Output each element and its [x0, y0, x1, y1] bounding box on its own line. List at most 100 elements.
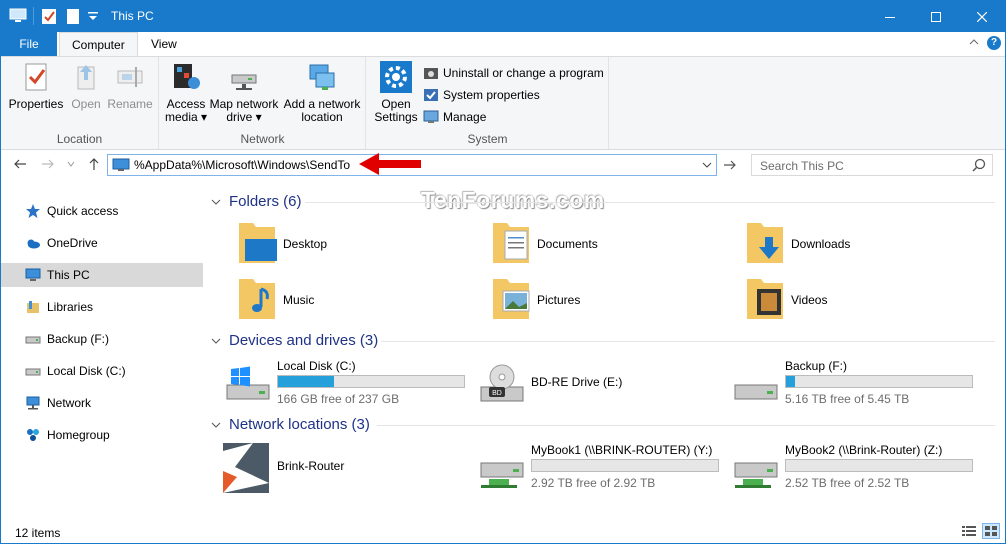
- network-locations-header-label: Network locations (3): [229, 416, 370, 433]
- add-network-location-button[interactable]: Add a network location: [282, 61, 362, 124]
- folder-documents[interactable]: Documents: [465, 219, 705, 269]
- rename-button[interactable]: Rename: [107, 61, 153, 111]
- maximize-button[interactable]: [913, 1, 959, 32]
- address-dropdown-icon[interactable]: [702, 157, 712, 173]
- network-brink-router[interactable]: Brink-Router: [205, 443, 455, 499]
- desktop-folder-icon: [239, 223, 277, 263]
- drive-free-space: 2.52 TB free of 2.52 TB: [785, 476, 910, 490]
- navigation-row: %AppData%\Microsoft\Windows\SendTo Searc…: [1, 151, 1005, 179]
- section-divider: [381, 341, 995, 342]
- item-count: 12 items: [15, 526, 61, 540]
- open-button[interactable]: Open: [67, 61, 105, 111]
- help-button[interactable]: ?: [987, 36, 1001, 50]
- network-drive-icon: [734, 462, 778, 488]
- forward-arrow-icon[interactable]: [41, 157, 55, 171]
- library-icon: [27, 301, 39, 313]
- star-icon: [26, 204, 40, 218]
- system-properties-button[interactable]: System properties: [423, 85, 540, 105]
- folders-header[interactable]: Folders (6): [211, 193, 302, 210]
- minimize-button[interactable]: [867, 1, 913, 32]
- collapse-chevron-icon: [211, 199, 221, 205]
- open-icon: [77, 65, 95, 90]
- music-folder-icon: [239, 279, 275, 319]
- manage-label: Manage: [443, 110, 487, 124]
- system-properties-label: System properties: [443, 88, 540, 102]
- add-location-label-2: location: [301, 110, 343, 124]
- minimize-icon: [885, 16, 895, 18]
- homegroup-icon: [27, 429, 39, 441]
- drive-usage-bar: [277, 375, 465, 388]
- nav-item-libraries[interactable]: Libraries: [1, 295, 203, 319]
- folder-name: Documents: [537, 237, 598, 251]
- drive-free-space: 2.92 TB free of 2.92 TB: [531, 476, 656, 490]
- close-button[interactable]: [959, 1, 1005, 32]
- collapse-ribbon-icon[interactable]: [969, 37, 979, 47]
- manage-button[interactable]: Manage: [423, 107, 486, 127]
- search-placeholder: Search This PC: [760, 159, 844, 173]
- tab-file[interactable]: File: [1, 32, 57, 56]
- access-media-label-2: media ▾: [164, 110, 208, 124]
- properties-button[interactable]: Properties: [7, 61, 65, 111]
- nav-item-onedrive[interactable]: OneDrive: [1, 231, 203, 255]
- back-arrow-icon[interactable]: [13, 157, 27, 171]
- open-settings-button[interactable]: Open Settings: [373, 61, 419, 124]
- properties-label: Properties: [8, 97, 64, 111]
- folder-pictures[interactable]: Pictures: [465, 275, 705, 325]
- uninstall-program-button[interactable]: Uninstall or change a program: [423, 63, 604, 83]
- recent-locations-icon[interactable]: [67, 160, 75, 168]
- up-arrow-icon[interactable]: [87, 157, 101, 171]
- open-settings-label-2: Settings: [374, 110, 418, 124]
- nav-item-local-disk[interactable]: Local Disk (C:): [1, 359, 203, 383]
- devices-header[interactable]: Devices and drives (3): [211, 332, 378, 349]
- go-arrow-icon[interactable]: [723, 158, 737, 172]
- folder-videos[interactable]: Videos: [719, 275, 959, 325]
- access-media-button[interactable]: Access media ▾: [164, 61, 208, 124]
- network-locations-header[interactable]: Network locations (3): [211, 416, 370, 433]
- properties-qat-icon[interactable]: [41, 7, 57, 25]
- network-group: Access media ▾ Map network drive ▾ Add a…: [160, 57, 366, 149]
- tab-view[interactable]: View: [139, 32, 189, 56]
- map-drive-label-2: drive ▾: [226, 110, 262, 124]
- location-group-label: Location: [56, 132, 103, 146]
- nav-item-backup[interactable]: Backup (F:): [1, 327, 203, 351]
- tab-computer[interactable]: Computer: [59, 32, 138, 57]
- network-name: MyBook2 (\\Brink-Router) (Z:): [785, 443, 943, 457]
- new-folder-qat-icon[interactable]: [65, 7, 81, 25]
- nav-item-network[interactable]: Network: [1, 391, 203, 415]
- address-path[interactable]: %AppData%\Microsoft\Windows\SendTo: [134, 158, 350, 172]
- system-group-label: System: [467, 132, 508, 146]
- folder-music[interactable]: Music: [211, 275, 451, 325]
- nav-item-homegroup[interactable]: Homegroup: [1, 423, 203, 447]
- devices-header-label: Devices and drives (3): [229, 332, 379, 349]
- drive-backup-f[interactable]: Backup (F:) 5.16 TB free of 5.45 TB: [713, 359, 973, 415]
- svg-text:BD: BD: [492, 390, 502, 397]
- search-box[interactable]: Search This PC: [751, 154, 993, 176]
- nav-item-quick-access[interactable]: Quick access: [1, 199, 203, 223]
- qat-separator: [33, 7, 34, 25]
- watermark: TenForums.com: [421, 187, 605, 213]
- details-view-icon[interactable]: [961, 524, 977, 538]
- nav-label: Backup (F:): [47, 332, 110, 346]
- large-icons-view-icon[interactable]: [982, 523, 1000, 539]
- drive-local-disk-c[interactable]: Local Disk (C:) 166 GB free of 237 GB: [205, 359, 465, 415]
- map-drive-button[interactable]: Map network drive ▾: [208, 61, 280, 124]
- network-icon: [26, 396, 40, 410]
- folder-name: Music: [283, 293, 315, 307]
- nav-item-this-pc[interactable]: This PC: [1, 263, 203, 287]
- nav-label: Homegroup: [47, 428, 110, 442]
- this-pc-icon[interactable]: [9, 8, 27, 23]
- open-label: Open: [71, 97, 101, 111]
- folder-downloads[interactable]: Downloads: [719, 219, 959, 269]
- network-mybook1[interactable]: MyBook1 (\\BRINK-ROUTER) (Y:) 2.92 TB fr…: [459, 443, 719, 499]
- drive-bd-re-e[interactable]: BD BD-RE Drive (E:): [459, 359, 709, 415]
- folder-name: Videos: [791, 293, 828, 307]
- system-properties-icon: [424, 89, 438, 101]
- gear-icon: [380, 61, 412, 93]
- drive-name: Backup (F:): [785, 359, 848, 373]
- content-area: TenForums.com Folders (6) Desktop Docume…: [205, 187, 1005, 521]
- network-mybook2[interactable]: MyBook2 (\\Brink-Router) (Z:) 2.52 TB fr…: [713, 443, 973, 499]
- customize-qat-icon[interactable]: [85, 7, 101, 25]
- folders-header-label: Folders (6): [229, 193, 302, 210]
- folder-desktop[interactable]: Desktop: [211, 219, 451, 269]
- network-name: MyBook1 (\\BRINK-ROUTER) (Y:): [531, 443, 713, 457]
